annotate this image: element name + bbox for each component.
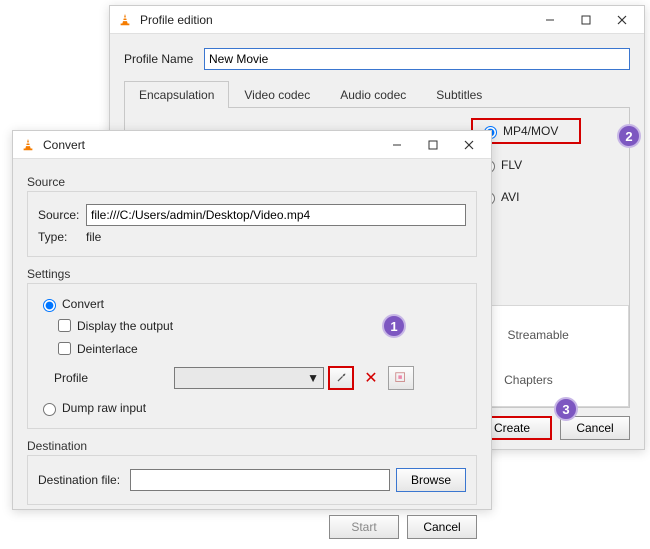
tabs: Encapsulation Video codec Audio codec Su… (124, 80, 630, 108)
radio-convert-input[interactable] (43, 299, 56, 312)
tab-audio-codec[interactable]: Audio codec (325, 81, 421, 108)
close-button[interactable] (451, 131, 487, 159)
type-value: file (86, 230, 101, 244)
section-settings-title: Settings (27, 267, 477, 281)
section-destination-title: Destination (27, 439, 477, 453)
new-profile-button[interactable] (388, 366, 414, 390)
type-label: Type: (38, 230, 86, 244)
profile-name-input[interactable] (204, 48, 630, 70)
radio-dump-raw-label: Dump raw input (62, 401, 146, 415)
section-source-title: Source (27, 175, 477, 189)
convert-title: Convert (43, 138, 379, 152)
convert-titlebar: Convert (13, 131, 491, 159)
vlc-icon (118, 13, 132, 27)
destination-label: Destination file: (38, 473, 130, 487)
feature-streamable: Streamable (507, 328, 568, 342)
profile-name-label: Profile Name (124, 52, 204, 66)
convert-cancel-button[interactable]: Cancel (407, 515, 477, 539)
radio-dump-raw[interactable]: Dump raw input (38, 400, 466, 416)
profile-select[interactable]: ▼ (174, 367, 324, 389)
close-button[interactable] (604, 6, 640, 34)
radio-convert-label: Convert (62, 297, 104, 311)
check-display-output-label: Display the output (77, 319, 173, 333)
radio-avi-label: AVI (501, 190, 519, 204)
profile-titlebar: Profile edition (110, 6, 644, 34)
minimize-button[interactable] (532, 6, 568, 34)
radio-dump-raw-input[interactable] (43, 403, 56, 416)
maximize-button[interactable] (568, 6, 604, 34)
source-input[interactable] (86, 204, 466, 226)
radio-mp4mov-label: MP4/MOV (503, 124, 558, 138)
destination-input[interactable] (130, 469, 390, 491)
start-button[interactable]: Start (329, 515, 399, 539)
vlc-icon (21, 138, 35, 152)
tab-video-codec[interactable]: Video codec (229, 81, 325, 108)
minimize-button[interactable] (379, 131, 415, 159)
delete-profile-button[interactable]: ✕ (358, 366, 384, 390)
profile-title: Profile edition (140, 13, 532, 27)
check-deinterlace[interactable]: Deinterlace (54, 339, 466, 358)
tab-encapsulation[interactable]: Encapsulation (124, 81, 229, 108)
check-deinterlace-label: Deinterlace (77, 342, 138, 356)
profile-label: Profile (54, 371, 174, 385)
browse-button[interactable]: Browse (396, 468, 466, 492)
tab-subtitles[interactable]: Subtitles (421, 81, 497, 108)
maximize-button[interactable] (415, 131, 451, 159)
radio-avi[interactable]: AVI (471, 186, 611, 208)
convert-window: Convert Source Source: Type: file Settin… (12, 130, 492, 510)
feature-chapters: Chapters (504, 373, 553, 387)
radio-flv[interactable]: FLV (471, 154, 611, 176)
check-display-output-input[interactable] (58, 319, 71, 332)
source-label: Source: (38, 208, 86, 222)
radio-convert[interactable]: Convert (38, 296, 466, 312)
radio-flv-label: FLV (501, 158, 522, 172)
check-deinterlace-input[interactable] (58, 342, 71, 355)
edit-profile-button[interactable] (328, 366, 354, 390)
annotation-1: 1 (382, 314, 406, 338)
annotation-3: 3 (554, 397, 578, 421)
wrench-icon (334, 371, 348, 385)
annotation-2: 2 (617, 124, 641, 148)
new-icon (394, 371, 408, 385)
